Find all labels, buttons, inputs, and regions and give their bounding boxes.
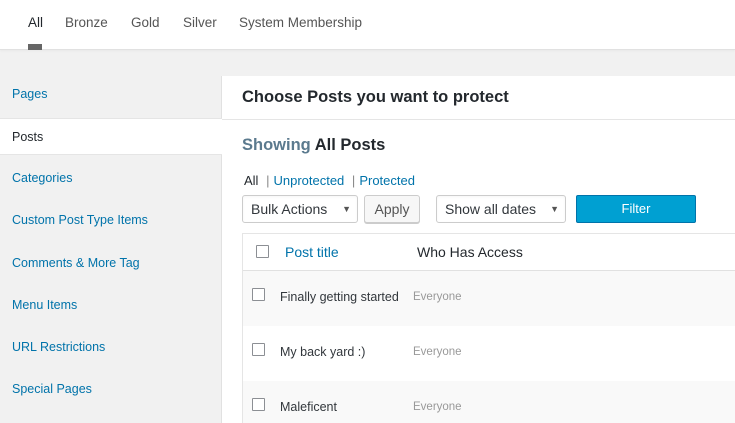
table-row: Finally getting started Everyone bbox=[243, 271, 735, 326]
status-filter-links: All | Unprotected | Protected bbox=[244, 173, 415, 188]
tab-all[interactable]: All bbox=[28, 15, 43, 30]
chevron-down-icon: ▼ bbox=[550, 204, 559, 214]
tab-bronze[interactable]: Bronze bbox=[65, 15, 108, 30]
column-post-title[interactable]: Post title bbox=[285, 244, 339, 260]
separator: | bbox=[266, 173, 270, 188]
table-header: Post title Who Has Access bbox=[243, 234, 735, 271]
post-title[interactable]: Maleficent bbox=[280, 400, 337, 414]
sidebar-item-posts[interactable]: Posts bbox=[0, 118, 222, 155]
main-panel: Choose Posts you want to protect Showing… bbox=[222, 76, 735, 423]
tab-system-membership[interactable]: System Membership bbox=[239, 15, 362, 30]
date-filter-value: Show all dates bbox=[445, 201, 537, 217]
post-title[interactable]: My back yard :) bbox=[280, 345, 365, 359]
sidebar-item-pages[interactable]: Pages bbox=[0, 76, 222, 113]
row-checkbox[interactable] bbox=[252, 398, 265, 411]
rule-type-sidebar: Pages Posts Categories Custom Post Type … bbox=[0, 76, 222, 423]
sidebar-item-special-pages[interactable]: Special Pages bbox=[0, 371, 222, 408]
showing-target: All Posts bbox=[314, 136, 386, 154]
tab-silver[interactable]: Silver bbox=[183, 15, 217, 30]
title-divider bbox=[222, 119, 735, 120]
active-tab-indicator bbox=[28, 44, 42, 50]
row-checkbox[interactable] bbox=[252, 343, 265, 356]
filter-link-unprotected[interactable]: Unprotected bbox=[273, 173, 344, 188]
filter-button[interactable]: Filter bbox=[576, 195, 696, 223]
apply-button[interactable]: Apply bbox=[364, 195, 420, 223]
showing-lead: Showing bbox=[242, 136, 311, 154]
posts-table: Post title Who Has Access Finally gettin… bbox=[242, 233, 735, 423]
showing-heading: Showing All Posts bbox=[242, 136, 385, 155]
membership-tabs: All Bronze Gold Silver System Membership bbox=[0, 0, 735, 50]
sidebar-item-menu-items[interactable]: Menu Items bbox=[0, 287, 222, 324]
tab-gold[interactable]: Gold bbox=[131, 15, 160, 30]
table-row: Maleficent Everyone bbox=[243, 381, 735, 423]
bulk-actions-value: Bulk Actions bbox=[251, 201, 328, 217]
sidebar-item-categories[interactable]: Categories bbox=[0, 160, 222, 197]
page-title: Choose Posts you want to protect bbox=[242, 88, 509, 106]
row-checkbox[interactable] bbox=[252, 288, 265, 301]
filter-link-all[interactable]: All bbox=[244, 173, 258, 188]
post-access: Everyone bbox=[413, 401, 462, 413]
column-who-has-access: Who Has Access bbox=[417, 244, 523, 260]
date-filter-select[interactable]: Show all dates ▼ bbox=[436, 195, 566, 223]
sidebar-item-custom-post-type-items[interactable]: Custom Post Type Items bbox=[0, 202, 222, 239]
post-access: Everyone bbox=[413, 346, 462, 358]
sidebar-item-comments-more-tag[interactable]: Comments & More Tag bbox=[0, 245, 222, 282]
post-title[interactable]: Finally getting started bbox=[280, 290, 399, 304]
separator: | bbox=[351, 173, 356, 188]
bulk-actions-select[interactable]: Bulk Actions ▼ bbox=[242, 195, 358, 223]
sidebar-item-url-restrictions[interactable]: URL Restrictions bbox=[0, 329, 222, 366]
table-row: My back yard :) Everyone bbox=[243, 326, 735, 381]
select-all-checkbox[interactable] bbox=[256, 245, 269, 258]
chevron-down-icon: ▼ bbox=[342, 204, 351, 214]
filter-link-protected[interactable]: Protected bbox=[359, 173, 415, 188]
post-access: Everyone bbox=[413, 291, 462, 303]
